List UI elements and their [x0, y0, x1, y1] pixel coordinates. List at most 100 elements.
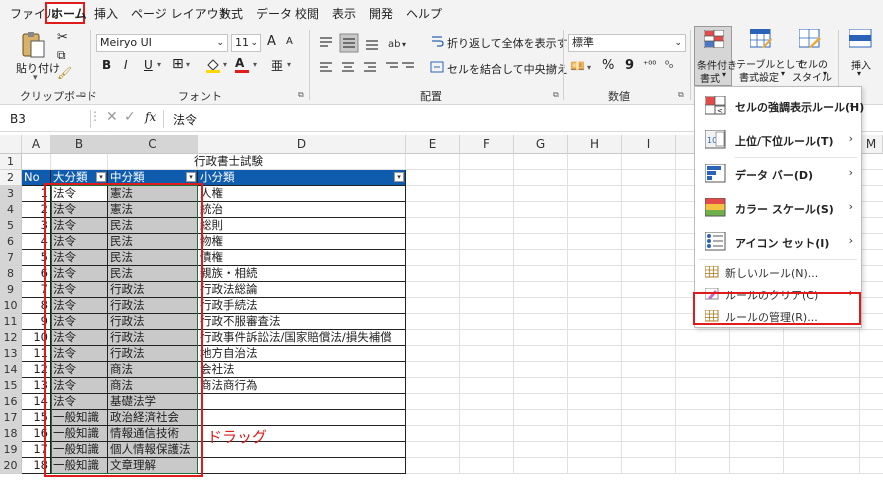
chevron-down-icon[interactable]: ▾: [253, 60, 257, 69]
wrap-text-button[interactable]: 折り返して全体を表示する: [447, 35, 579, 51]
dialog-launcher-icon[interactable]: ⧉: [298, 90, 304, 100]
name-box[interactable]: B3: [4, 110, 91, 128]
cell-styles-button[interactable]: セルの スタイル ▾: [790, 26, 832, 84]
column-header-i[interactable]: I: [622, 135, 676, 154]
bold-button[interactable]: B: [102, 58, 111, 72]
row-header-20[interactable]: 20: [0, 458, 22, 474]
insert-cells-button[interactable]: 挿入 ▾: [843, 26, 881, 84]
menu-item-highlight-rules[interactable]: < セルの強調表示ルール(H) ›: [695, 89, 864, 123]
table-cell[interactable]: 債権: [198, 250, 406, 266]
phonetic-icon[interactable]: 亜: [271, 57, 283, 74]
conditional-formatting-button[interactable]: 条件付き 書式 ▾: [694, 26, 737, 86]
chevron-down-icon[interactable]: ▾: [157, 60, 161, 69]
row-header-17[interactable]: 17: [0, 410, 22, 426]
row-header-8[interactable]: 8: [0, 266, 22, 282]
filter-dropdown-icon[interactable]: ▾: [186, 172, 196, 182]
row-header-12[interactable]: 12: [0, 330, 22, 346]
number-format-box[interactable]: 標準 ⌄: [568, 34, 686, 52]
borders-icon[interactable]: ⊞: [172, 56, 184, 72]
row-header-15[interactable]: 15: [0, 378, 22, 394]
chevron-down-icon[interactable]: ▾: [33, 73, 38, 83]
row-header-19[interactable]: 19: [0, 442, 22, 458]
column-header-d[interactable]: D: [198, 135, 406, 154]
formula-input[interactable]: 法令: [173, 111, 197, 128]
header-minor-category[interactable]: 小分類 ▾: [198, 170, 406, 186]
comma-button[interactable]: 9: [625, 58, 634, 73]
menu-item-icon-sets[interactable]: アイコン セット(I) ›: [695, 225, 861, 259]
table-cell[interactable]: 地方自治法: [198, 346, 406, 362]
chevron-down-icon[interactable]: ▾: [553, 63, 557, 72]
tab-page-layout[interactable]: ページ レイアウト: [131, 5, 231, 22]
paste-icon[interactable]: [18, 30, 48, 60]
currency-icon[interactable]: 💴: [570, 59, 585, 73]
row-header-5[interactable]: 5: [0, 218, 22, 234]
tab-home[interactable]: ホーム: [51, 5, 87, 22]
row-header-14[interactable]: 14: [0, 362, 22, 378]
column-header-h[interactable]: H: [568, 135, 622, 154]
table-cell[interactable]: 人権: [198, 186, 406, 202]
dialog-launcher-icon[interactable]: ⧉: [80, 90, 86, 100]
table-cell[interactable]: 統治: [198, 202, 406, 218]
row-header-7[interactable]: 7: [0, 250, 22, 266]
font-size-box[interactable]: 11 ⌄: [231, 34, 261, 52]
filter-dropdown-icon[interactable]: ▾: [394, 172, 404, 182]
horizontal-align-buttons[interactable]: [318, 58, 418, 78]
italic-button[interactable]: I: [124, 58, 128, 72]
tab-help[interactable]: ヘルプ: [406, 5, 442, 22]
tab-developer[interactable]: 開発: [369, 5, 393, 22]
menu-item-top-bottom-rules[interactable]: 10 上位/下位ルール(T) ›: [695, 123, 861, 157]
column-header-e[interactable]: E: [406, 135, 460, 154]
row-header-9[interactable]: 9: [0, 282, 22, 298]
format-painter-icon[interactable]: 🖌: [57, 66, 72, 80]
chevron-down-icon[interactable]: ▾: [287, 60, 291, 69]
insert-function-icon[interactable]: fx: [145, 110, 156, 124]
copy-icon[interactable]: ⧉: [57, 48, 66, 63]
percent-button[interactable]: %: [602, 58, 614, 73]
fill-color-icon[interactable]: [205, 57, 221, 73]
column-header-c[interactable]: C: [108, 135, 198, 154]
wrap-text-icon[interactable]: [430, 34, 444, 48]
cancel-icon[interactable]: ✕: [106, 109, 118, 125]
format-as-table-button[interactable]: テーブルとして 書式設定 ▾: [736, 26, 805, 84]
shrink-font-icon[interactable]: A: [286, 36, 293, 47]
increase-decimal-icon[interactable]: ⁺⁰⁰: [643, 60, 656, 71]
column-header-g[interactable]: G: [514, 135, 568, 154]
vertical-align-buttons[interactable]: ab ▾: [318, 33, 418, 53]
row-header-4[interactable]: 4: [0, 202, 22, 218]
chevron-down-icon[interactable]: ▾: [186, 60, 190, 69]
row-header-1[interactable]: 1: [0, 154, 22, 170]
chevron-down-icon[interactable]: ▾: [223, 60, 227, 69]
column-header-b[interactable]: B: [51, 135, 108, 154]
row-header-6[interactable]: 6: [0, 234, 22, 250]
table-cell[interactable]: 物権: [198, 234, 406, 250]
row-header-10[interactable]: 10: [0, 298, 22, 314]
tab-data[interactable]: データ: [256, 5, 292, 22]
menu-item-color-scales[interactable]: カラー スケール(S) ›: [695, 191, 861, 225]
table-cell[interactable]: [198, 394, 406, 410]
chevron-down-icon[interactable]: ▾: [587, 63, 591, 72]
paste-label[interactable]: 貼り付け: [16, 60, 60, 76]
font-color-icon[interactable]: A: [235, 56, 251, 74]
decrease-decimal-icon[interactable]: ⁰₀: [665, 60, 673, 71]
grow-font-icon[interactable]: A: [267, 34, 276, 49]
row-header-13[interactable]: 13: [0, 346, 22, 362]
column-header-m[interactable]: M: [860, 135, 883, 154]
table-cell[interactable]: 行政事件訴訟法/国家賠償法/損失補償: [198, 330, 406, 346]
tab-formulas[interactable]: 数式: [219, 5, 243, 22]
menu-item-data-bars[interactable]: データ バー(D) ›: [695, 157, 861, 191]
table-cell[interactable]: [198, 458, 406, 474]
row-header-2[interactable]: 2: [0, 170, 22, 186]
enter-icon[interactable]: ✓: [124, 109, 136, 125]
column-header-f[interactable]: F: [460, 135, 514, 154]
table-cell[interactable]: 行政手続法: [198, 298, 406, 314]
underline-button[interactable]: U: [144, 58, 153, 72]
row-header-3[interactable]: 3: [0, 186, 22, 202]
menu-item-new-rule[interactable]: 新しいルール(N)...: [695, 261, 861, 283]
table-cell[interactable]: [198, 410, 406, 426]
row-header-18[interactable]: 18: [0, 426, 22, 442]
table-cell[interactable]: 行政不服審査法: [198, 314, 406, 330]
row-header-16[interactable]: 16: [0, 394, 22, 410]
select-all-corner[interactable]: [0, 135, 22, 154]
dialog-launcher-icon[interactable]: ⧉: [553, 90, 559, 100]
table-cell[interactable]: 会社法: [198, 362, 406, 378]
